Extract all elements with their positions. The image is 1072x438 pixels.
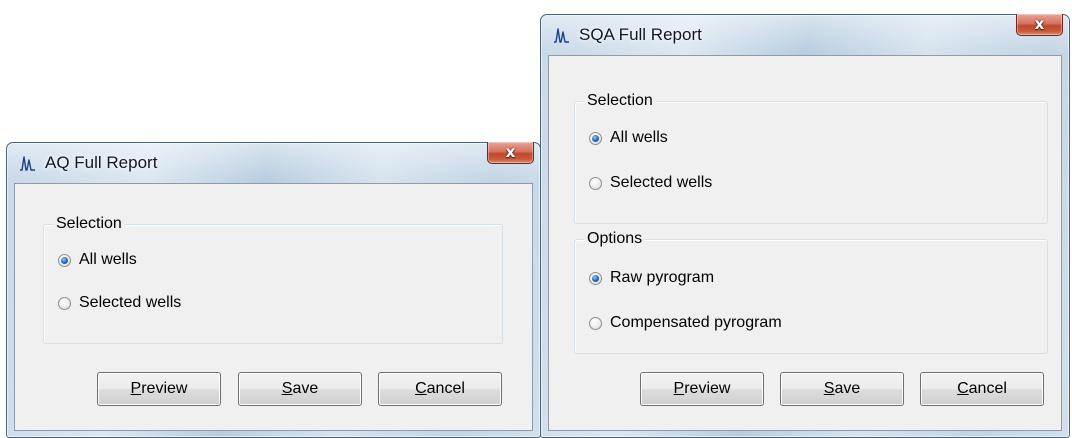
aq-selection-group-label: Selection [53, 214, 125, 234]
sqa-selection-group: Selection All wells Selected wells [574, 91, 1048, 224]
sqa-options-group: Options Raw pyrogram Compensated pyrogra… [574, 229, 1048, 354]
sqa-radio-compensated-pyrogram-label[interactable]: Compensated pyrogram [610, 314, 782, 332]
aq-cancel-label-rest: ancel [426, 380, 465, 397]
close-icon: x [505, 143, 516, 161]
sqa-cancel-label-rest: ancel [968, 380, 1007, 397]
aq-window-title: AQ Full Report [45, 153, 158, 172]
aq-full-report-dialog: AQ Full Report x Selection All wells Sel… [6, 142, 541, 438]
sqa-preview-label-rest: review [684, 380, 731, 397]
radio-checked-icon[interactable] [589, 131, 602, 145]
close-icon: x [1034, 15, 1045, 33]
sqa-radio-raw-pyrogram[interactable]: Raw pyrogram [589, 267, 714, 289]
sqa-radio-all-wells-label[interactable]: All wells [610, 129, 668, 147]
sqa-radio-selected-wells[interactable]: Selected wells [589, 172, 712, 194]
aq-cancel-button[interactable]: Cancel [378, 372, 502, 406]
aq-save-label-rest: ave [292, 380, 319, 397]
radio-unchecked-icon[interactable] [589, 176, 602, 190]
pyrogram-peaks-icon [554, 28, 569, 43]
sqa-options-group-label: Options [584, 229, 646, 249]
aq-preview-mnemonic: P [130, 380, 142, 397]
sqa-save-button[interactable]: Save [780, 372, 904, 406]
sqa-cancel-mnemonic: C [957, 380, 969, 397]
sqa-cancel-button[interactable]: Cancel [920, 372, 1044, 406]
radio-checked-icon[interactable] [58, 253, 71, 267]
aq-save-mnemonic: S [281, 380, 293, 397]
sqa-save-label-rest: ave [834, 380, 861, 397]
sqa-client-area: Selection All wells Selected wells Optio… [548, 55, 1062, 431]
sqa-radio-selected-wells-label[interactable]: Selected wells [610, 174, 712, 192]
sqa-radio-all-wells[interactable]: All wells [589, 127, 668, 149]
sqa-preview-button[interactable]: Preview [640, 372, 764, 406]
sqa-preview-mnemonic: P [673, 380, 685, 397]
aq-title-bar[interactable]: AQ Full Report x [7, 142, 540, 183]
aq-radio-all-wells[interactable]: All wells [58, 249, 137, 271]
sqa-close-button[interactable]: x [1016, 14, 1063, 36]
sqa-save-mnemonic: S [823, 380, 835, 397]
aq-preview-button[interactable]: Preview [97, 372, 221, 406]
pyrogram-peaks-icon [20, 156, 35, 171]
sqa-radio-raw-pyrogram-label[interactable]: Raw pyrogram [610, 269, 714, 287]
aq-close-button[interactable]: x [487, 142, 534, 164]
aq-preview-label-rest: review [141, 380, 188, 397]
sqa-title-bar[interactable]: SQA Full Report x [541, 14, 1069, 55]
radio-checked-icon[interactable] [589, 271, 602, 285]
aq-save-button[interactable]: Save [238, 372, 362, 406]
sqa-radio-compensated-pyrogram[interactable]: Compensated pyrogram [589, 312, 782, 334]
aq-client-area: Selection All wells Selected wells Previ… [14, 183, 533, 431]
radio-unchecked-icon[interactable] [589, 316, 602, 330]
sqa-full-report-dialog: SQA Full Report x Selection All wells Se… [540, 14, 1070, 438]
sqa-selection-group-label: Selection [584, 91, 656, 111]
radio-unchecked-icon[interactable] [58, 296, 71, 310]
sqa-window-title: SQA Full Report [579, 25, 702, 44]
aq-radio-selected-wells-label[interactable]: Selected wells [79, 294, 181, 312]
aq-radio-all-wells-label[interactable]: All wells [79, 251, 137, 269]
aq-radio-selected-wells[interactable]: Selected wells [58, 292, 181, 314]
aq-selection-group: Selection All wells Selected wells [43, 214, 503, 344]
aq-cancel-mnemonic: C [415, 380, 427, 397]
